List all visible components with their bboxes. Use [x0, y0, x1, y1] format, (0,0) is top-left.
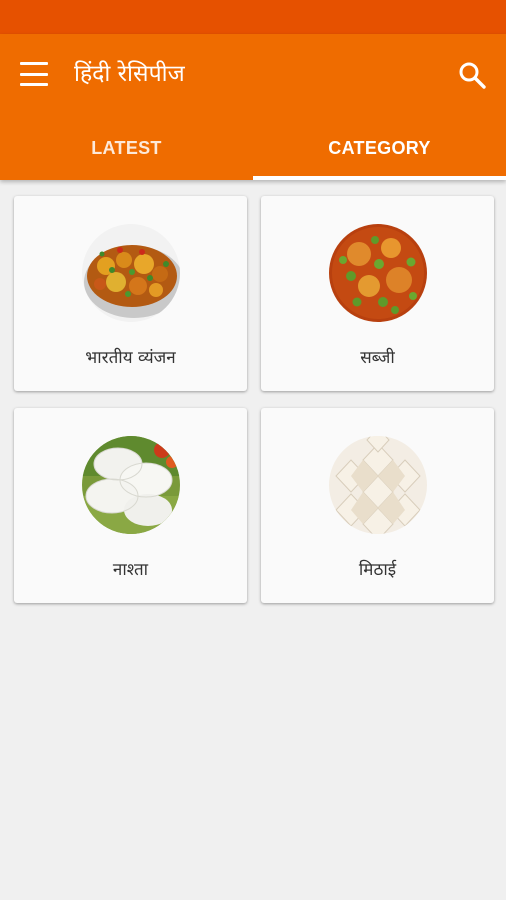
category-card-breakfast[interactable]: नाश्ता — [14, 408, 247, 603]
tab-bar: LATEST CATEGORY — [0, 116, 506, 180]
category-card-indian-cuisine[interactable]: भारतीय व्यंजन — [14, 196, 247, 391]
category-label: नाश्ता — [112, 560, 149, 580]
tab-category[interactable]: CATEGORY — [253, 116, 506, 180]
category-card-sabzi[interactable]: सब्जी — [261, 196, 494, 391]
category-label: सब्जी — [360, 348, 395, 368]
search-icon[interactable] — [456, 59, 488, 91]
indian-cuisine-dish-image — [81, 224, 180, 322]
menu-icon-line — [20, 72, 48, 76]
menu-icon-line — [20, 62, 48, 65]
category-label: मिठाई — [358, 560, 397, 580]
status-bar — [0, 0, 506, 34]
sabzi-curry-image — [328, 224, 427, 322]
category-card-sweets[interactable]: मिठाई — [261, 408, 494, 603]
app-bar: हिंदी रेसिपीज LATEST CATEGORY — [0, 34, 506, 180]
category-label: भारतीय व्यंजन — [85, 348, 176, 368]
app-title: हिंदी रेसिपीज — [74, 61, 185, 87]
kaju-katli-sweets-image — [328, 436, 427, 534]
tab-latest[interactable]: LATEST — [0, 116, 253, 180]
menu-icon[interactable] — [20, 62, 48, 86]
category-grid: भारतीय व्यंजन सब्जी नाश्ता मिठाई — [14, 196, 494, 603]
idli-breakfast-image — [81, 436, 180, 534]
menu-icon-line — [20, 83, 48, 86]
toolbar: हिंदी रेसिपीज — [0, 34, 506, 116]
